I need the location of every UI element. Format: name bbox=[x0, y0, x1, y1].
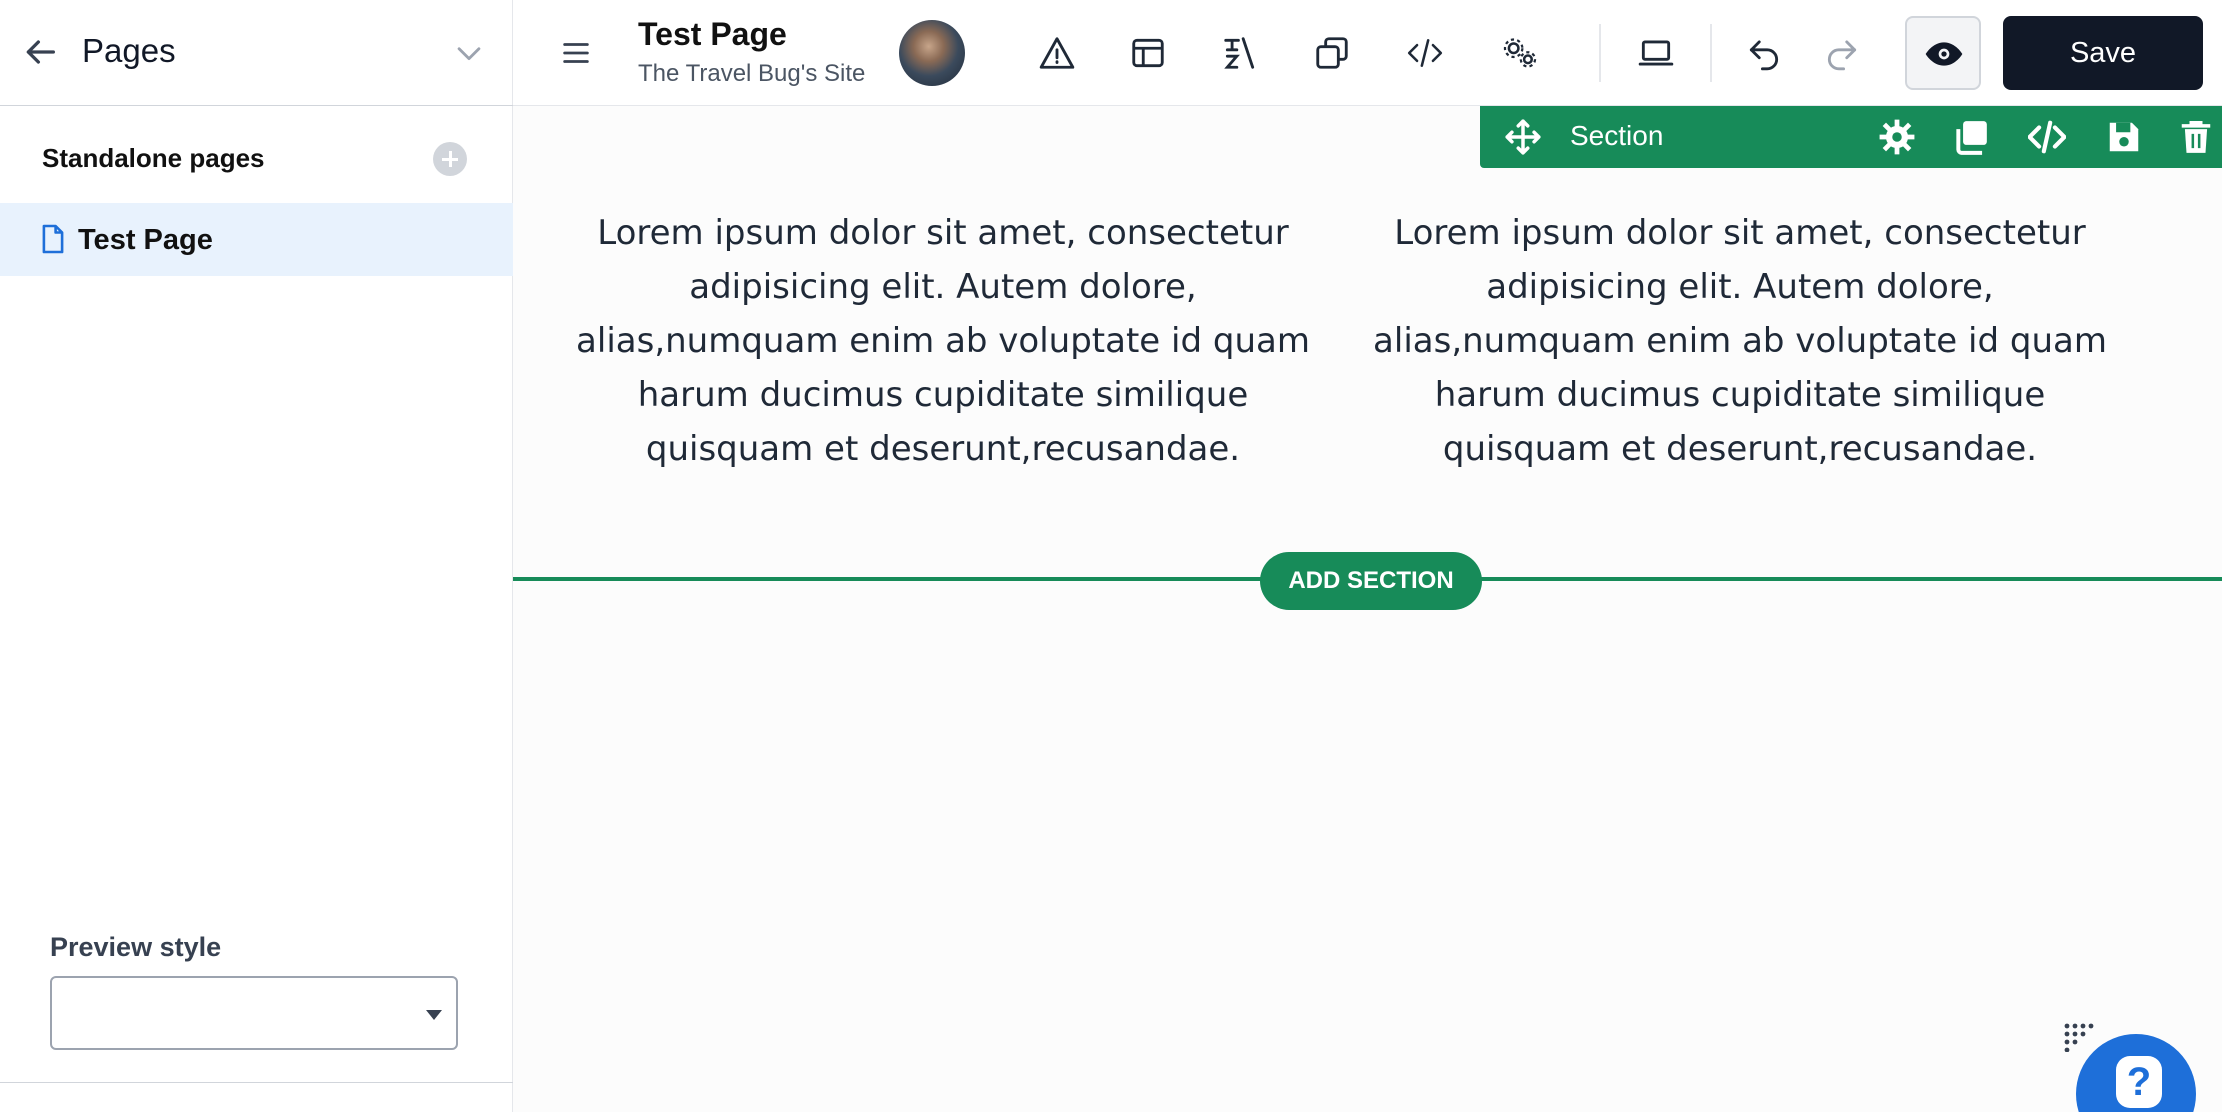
section-heading: Standalone pages bbox=[42, 143, 265, 173]
settings-icon[interactable] bbox=[1501, 34, 1539, 72]
back-arrow-icon[interactable] bbox=[20, 32, 60, 72]
undo-icon[interactable] bbox=[1745, 34, 1783, 72]
grid-dots-icon[interactable] bbox=[2063, 1022, 2095, 1052]
toolbar-divider bbox=[1710, 24, 1712, 82]
code-icon[interactable] bbox=[1406, 34, 1444, 72]
help-icon: ? bbox=[2116, 1056, 2162, 1108]
copy-icon[interactable] bbox=[1313, 34, 1351, 72]
chevron-down-icon[interactable] bbox=[452, 36, 486, 70]
page-canvas: Section Lorem ipsum dolor sit amet, cons… bbox=[513, 106, 2222, 1112]
section-label: Section bbox=[1570, 120, 1664, 151]
pages-sidebar: Pages Standalone pages Test Page Preview… bbox=[0, 0, 513, 1112]
save-button[interactable]: Save bbox=[2003, 16, 2203, 90]
document-icon bbox=[42, 224, 64, 254]
site-name: The Travel Bug's Site bbox=[638, 60, 866, 87]
preview-button[interactable] bbox=[1905, 16, 1981, 90]
toolbar-divider bbox=[1599, 24, 1601, 82]
save-icon[interactable] bbox=[2105, 118, 2143, 156]
text-column-left[interactable]: Lorem ipsum dolor sit amet, consectetur … bbox=[573, 206, 1313, 476]
divider bbox=[0, 1082, 513, 1083]
add-page-button[interactable] bbox=[433, 142, 467, 176]
caret-down-icon bbox=[426, 1010, 442, 1020]
warning-icon[interactable] bbox=[1038, 34, 1076, 72]
sidebar-item-label: Test Page bbox=[78, 224, 213, 256]
avatar[interactable] bbox=[899, 20, 965, 86]
eye-icon bbox=[1925, 42, 1963, 66]
preview-style-select[interactable] bbox=[50, 976, 458, 1050]
trash-icon[interactable] bbox=[2177, 118, 2215, 156]
laptop-icon[interactable] bbox=[1637, 34, 1675, 72]
editor-toolbar: Test Page The Travel Bug's Site Save bbox=[513, 0, 2222, 106]
redo-icon[interactable] bbox=[1823, 34, 1861, 72]
gear-icon[interactable] bbox=[1878, 118, 1916, 156]
preview-style-label: Preview style bbox=[50, 932, 222, 962]
page-editor: Pages Standalone pages Test Page Preview… bbox=[0, 0, 2222, 1112]
translate-icon[interactable] bbox=[1221, 34, 1259, 72]
duplicate-icon[interactable] bbox=[1952, 118, 1990, 156]
text-column-right[interactable]: Lorem ipsum dolor sit amet, consectetur … bbox=[1370, 206, 2110, 476]
code-icon[interactable] bbox=[2028, 118, 2066, 156]
move-icon[interactable] bbox=[1504, 118, 1542, 156]
menu-icon[interactable] bbox=[559, 36, 593, 70]
sidebar-item-test-page[interactable]: Test Page bbox=[0, 203, 513, 276]
sidebar-header: Pages bbox=[0, 0, 513, 106]
section-toolbar: Section bbox=[1480, 106, 2222, 168]
page-title: Test Page bbox=[638, 16, 787, 52]
sidebar-title: Pages bbox=[82, 32, 176, 69]
add-section-button[interactable]: ADD SECTION bbox=[1260, 552, 1482, 610]
layout-icon[interactable] bbox=[1129, 34, 1167, 72]
